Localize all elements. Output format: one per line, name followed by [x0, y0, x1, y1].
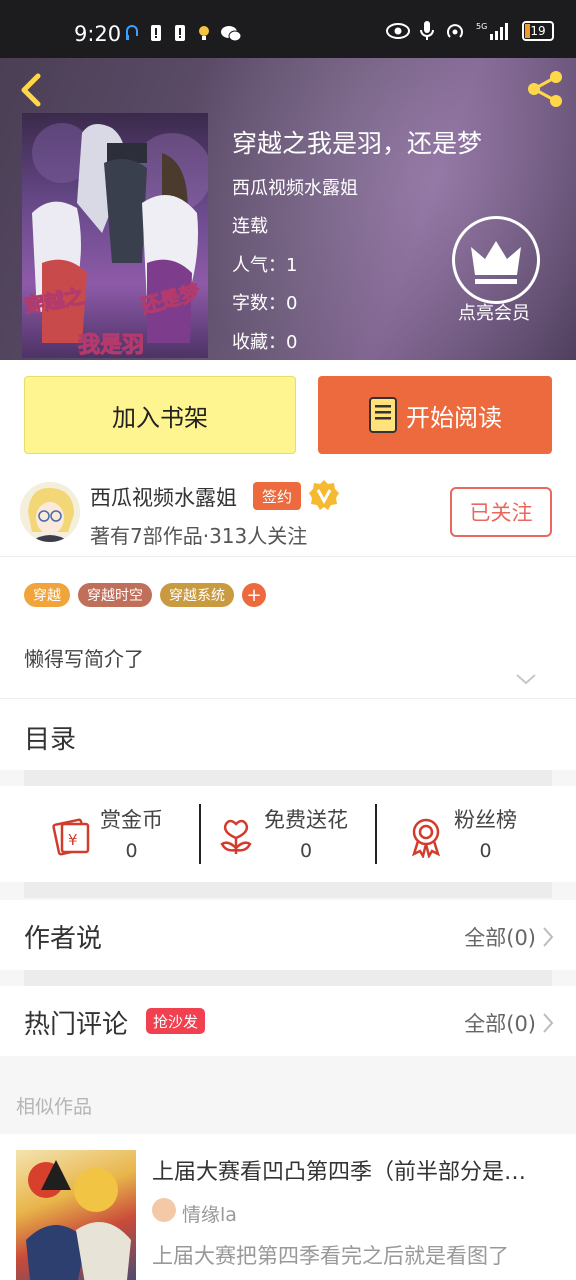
fan-support-bar: ¥ 赏金币 0 免费送花 0 粉丝榜 0 — [0, 786, 576, 882]
fan-ranking-button[interactable]: 粉丝榜 0 — [404, 804, 517, 864]
book-icon — [369, 397, 397, 433]
signal-icon: 5G — [476, 22, 508, 40]
cover-title-part: 我是羽 — [77, 333, 145, 359]
start-reading-button[interactable]: 开始阅读 — [318, 376, 552, 454]
intro-text: 懒得写简介了 — [24, 647, 144, 671]
book-info: 穿越之我是羽，还是梦 西瓜视频水露姐 连载 人气：1 字数：0 收藏：0 — [232, 124, 483, 353]
bulb-icon — [199, 26, 209, 40]
author-says-row[interactable]: 作者说 全部(0) — [0, 900, 576, 970]
crown-icon — [471, 241, 521, 284]
book-word-count: 字数：0 — [232, 293, 298, 314]
notification-icons — [124, 22, 242, 44]
similar-book-item[interactable]: 上届大赛看凹凸第四季（前半部分是… 情缘la 上届大赛把第四季看完之后就是看图了 — [0, 1134, 576, 1280]
verified-icon — [309, 480, 339, 510]
eye-icon — [386, 23, 410, 39]
fan-ranking-count: 0 — [479, 840, 492, 862]
svg-text:¥: ¥ — [68, 831, 78, 849]
svg-text:5G: 5G — [476, 22, 487, 31]
chevron-right-icon — [543, 927, 554, 947]
flower-icon — [220, 819, 252, 854]
tag-chip[interactable]: 穿越 — [24, 583, 70, 607]
similar-author-avatar — [152, 1198, 176, 1222]
book-status: 连载 — [232, 216, 268, 237]
author-name[interactable]: 西瓜视频水露姐 — [90, 482, 237, 512]
send-flower-button[interactable]: 免费送花 0 — [214, 804, 348, 864]
share-icon[interactable] — [524, 68, 566, 110]
status-time: 9:20 — [74, 22, 122, 46]
tag-chip[interactable]: 穿越时空 — [78, 583, 152, 607]
author-avatar[interactable] — [20, 482, 80, 542]
tag-chip[interactable]: 穿越系统 — [160, 583, 234, 607]
send-flower-count: 0 — [299, 840, 313, 862]
add-tag-button[interactable]: + — [242, 583, 266, 607]
intro-section: 穿越 穿越时空 穿越系统 + 懒得写简介了 — [0, 556, 576, 698]
add-to-shelf-button[interactable]: 加入书架 — [24, 376, 296, 454]
vip-label[interactable]: 点亮会员 — [458, 299, 530, 325]
catalog-label: 目录 — [24, 725, 77, 755]
system-icons: 5G 19 — [386, 20, 554, 42]
alert-icon — [175, 25, 185, 41]
section-divider — [24, 770, 552, 786]
author-card: 西瓜视频水露姐 签约 著有7部作品·313人关注 已关注 — [0, 470, 576, 556]
separator — [199, 804, 201, 864]
book-title: 穿越之我是羽，还是梦 — [232, 129, 483, 158]
book-favorites: 收藏：0 — [232, 332, 298, 353]
red-envelope-icon: ¥ — [52, 818, 90, 856]
headset-icon — [126, 25, 138, 40]
mic-icon — [420, 21, 434, 40]
vip-button[interactable] — [452, 216, 540, 304]
book-cover[interactable]: 穿越之 还是梦 我是羽 — [22, 113, 208, 358]
battery-icon: 19 — [522, 21, 554, 41]
separator — [375, 804, 377, 864]
hot-comments-label: 热门评论 — [24, 1010, 129, 1040]
follow-button[interactable]: 已关注 — [450, 487, 552, 537]
similar-book-cover[interactable] — [16, 1150, 136, 1280]
hot-comments-row[interactable]: 热门评论 抢沙发 全部(0) — [0, 986, 576, 1056]
chevron-down-icon[interactable] — [514, 672, 538, 686]
status-bar: 9:20 5G 19 — [0, 0, 576, 58]
signed-badge: 签约 — [253, 482, 301, 510]
catalog-row[interactable]: 目录 — [0, 698, 576, 770]
tag-list: 穿越 穿越时空 穿越系统 + — [24, 583, 266, 607]
book-header: 穿越之 还是梦 我是羽 穿越之我是羽，还是梦 西瓜视频水露姐 连载 人气：1 字… — [0, 58, 576, 360]
similar-book-title[interactable]: 上届大赛看凹凸第四季（前半部分是… — [152, 1154, 562, 1186]
back-icon[interactable] — [14, 70, 50, 110]
hot-comments-more[interactable]: 全部(0) — [464, 1008, 536, 1038]
hotspot-icon — [447, 24, 463, 38]
start-reading-label: 开始阅读 — [406, 403, 502, 432]
book-popularity: 人气：1 — [232, 255, 298, 276]
alert-icon — [151, 25, 161, 41]
similar-book-author[interactable]: 情缘la — [182, 1200, 237, 1227]
avatar-image — [20, 482, 80, 542]
similar-section-title: 相似作品 — [16, 1096, 93, 1118]
similar-book-desc: 上届大赛把第四季看完之后就是看图了 — [152, 1244, 509, 1268]
book-author: 西瓜视频水露姐 — [232, 178, 358, 199]
author-says-label: 作者说 — [24, 924, 103, 954]
reward-coin-count: 0 — [125, 840, 138, 862]
send-flower-label: 免费送花 — [264, 808, 348, 832]
reward-coin-label: 赏金币 — [100, 808, 163, 832]
first-comment-badge[interactable]: 抢沙发 — [146, 1008, 206, 1034]
author-stats: 著有7部作品·313人关注 — [90, 524, 308, 548]
author-says-more[interactable]: 全部(0) — [464, 922, 536, 952]
reward-coin-button[interactable]: ¥ 赏金币 0 — [50, 804, 163, 864]
cover-illustration — [32, 123, 208, 343]
fan-ranking-label: 粉丝榜 — [454, 808, 517, 832]
similar-cover-illustration — [26, 1160, 131, 1280]
chevron-right-icon — [543, 1013, 554, 1033]
wechat-icon — [221, 26, 242, 42]
section-divider — [24, 882, 552, 898]
medal-icon — [411, 818, 441, 858]
action-bar: 加入书架 开始阅读 — [0, 360, 576, 470]
section-divider — [24, 970, 552, 986]
